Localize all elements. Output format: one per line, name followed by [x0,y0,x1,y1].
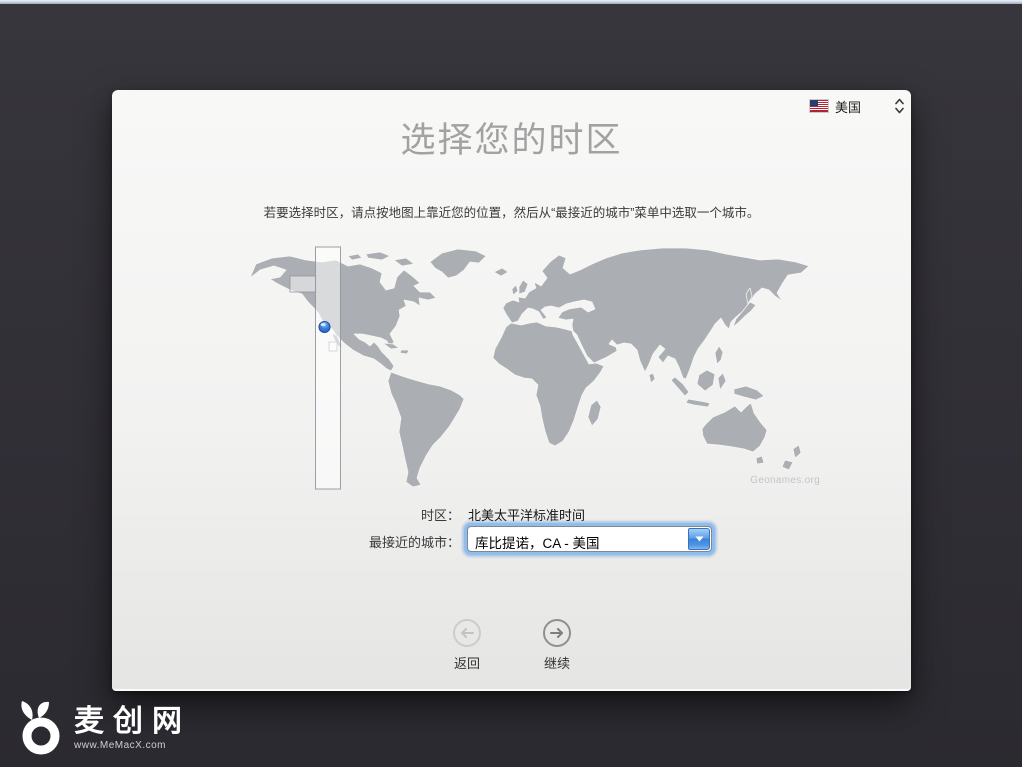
arrow-right-icon [549,627,565,639]
back-button[interactable]: 返回 [439,619,495,672]
timezone-value: 北美太平洋标准时间 [468,505,585,524]
instruction-text: 若要选择时区，请点按地图上靠近您的位置，然后从“最接近的城市”菜单中选取一个城市… [112,202,911,221]
closest-city-combobox[interactable]: 库比提诺，CA - 美国 [467,526,712,552]
timezone-world-map[interactable]: Geonames.org [248,246,833,490]
map-greenland [430,249,486,278]
continue-button-label: 继续 [529,653,585,672]
watermark: 麦创网 www.MeMacX.com [18,700,191,756]
setup-assistant-window: 美国 选择您的时区 若要选择时区，请点按地图上靠近您的位置，然后从“最接近的城市… [112,90,911,691]
closest-city-label: 最接近的城市： [369,532,460,551]
world-map-graphic [248,246,833,490]
desktop-top-edge [0,0,1022,4]
timezone-label: 时区： [421,505,460,524]
map-south-america [388,372,464,487]
memacx-logo-icon [18,700,66,756]
map-north-america [250,256,436,371]
continue-arrow-circle [543,619,571,647]
watermark-site-url: www.MeMacX.com [74,740,191,751]
combobox-dropdown-button[interactable] [688,528,710,550]
page-title: 选择您的时区 [112,112,911,163]
map-australia [702,403,767,452]
back-button-label: 返回 [439,653,495,672]
map-attribution: Geonames.org [750,475,820,486]
timezone-band [290,247,341,489]
selected-city-marker [319,321,330,332]
us-flag-icon [810,100,828,112]
closest-city-value: 库比提诺，CA - 美国 [475,532,685,552]
arrow-left-icon [459,627,475,639]
continue-button[interactable]: 继续 [529,619,585,672]
back-arrow-circle [453,619,481,647]
chevron-down-icon [695,536,704,542]
watermark-site-name: 麦创网 [74,706,191,738]
